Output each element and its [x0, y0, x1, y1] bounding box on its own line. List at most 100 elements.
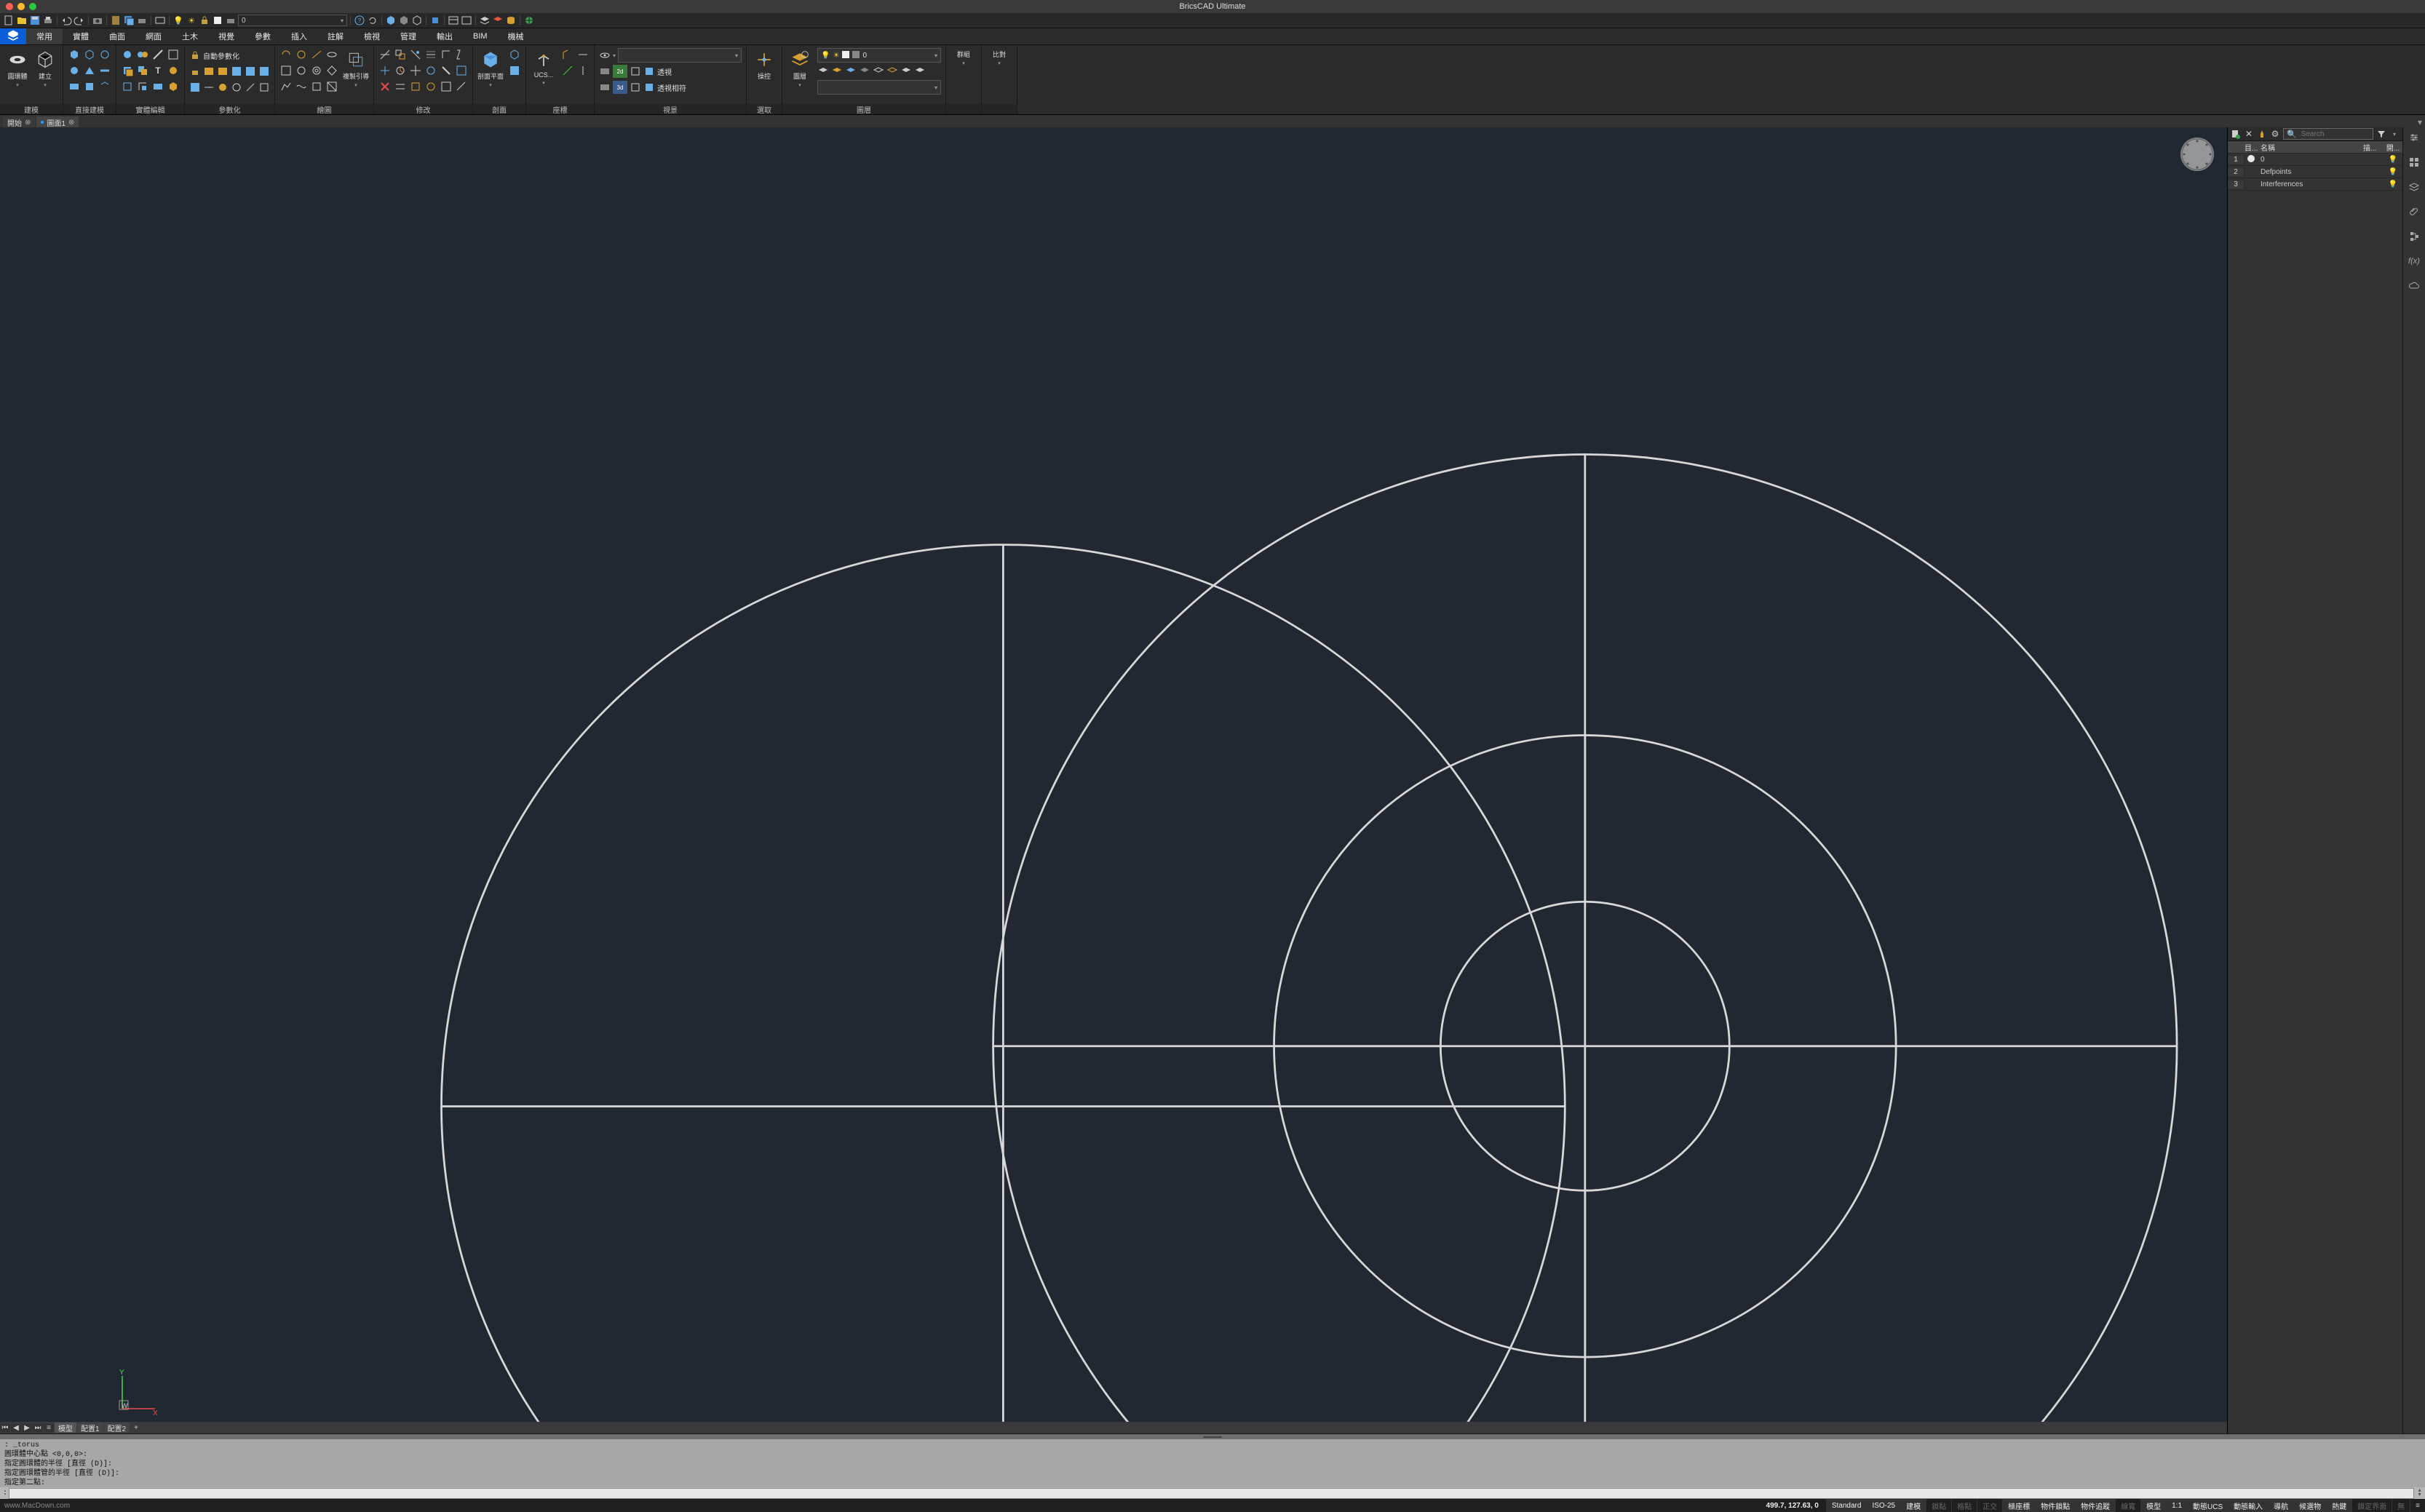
layout-tab-model[interactable]: 模型	[55, 1423, 76, 1433]
tool-icon[interactable]	[98, 80, 111, 93]
fx-icon[interactable]: f(x)	[2408, 255, 2420, 267]
copy-guide-button[interactable]: 複製引導 ▾	[343, 48, 369, 101]
tool-icon[interactable]	[279, 64, 293, 77]
redo-icon[interactable]	[74, 15, 85, 26]
layers-icon[interactable]	[2408, 181, 2420, 193]
filter-icon[interactable]	[2376, 129, 2386, 139]
tool-icon[interactable]	[900, 65, 912, 77]
tool-icon[interactable]: 3d	[613, 81, 627, 94]
status-toggle[interactable]: Standard	[1826, 1499, 1867, 1512]
history-arrows[interactable]: ▲▼	[2417, 1489, 2422, 1497]
layout-tab-layout2[interactable]: 配置2	[104, 1423, 130, 1433]
print-layer-icon[interactable]	[225, 15, 237, 26]
tool-icon[interactable]	[279, 48, 293, 61]
status-toggle[interactable]: 線寬	[2115, 1499, 2140, 1512]
tool-icon[interactable]	[325, 80, 338, 93]
compare-button[interactable]: 比對 ▾	[986, 48, 1012, 101]
tool-icon[interactable]	[121, 64, 134, 77]
tool-icon[interactable]	[455, 64, 468, 77]
tool-icon[interactable]	[151, 48, 164, 61]
status-toggle[interactable]: 熱鍵	[2326, 1499, 2351, 1512]
layer-search[interactable]: 🔍	[2283, 128, 2373, 140]
tool-icon[interactable]	[831, 65, 843, 77]
stack-icon[interactable]	[479, 15, 491, 26]
layout-nav-last[interactable]: ⏭	[33, 1424, 43, 1432]
tool-icon[interactable]	[203, 81, 215, 93]
tool-icon[interactable]	[98, 64, 111, 77]
open-icon[interactable]	[16, 15, 28, 26]
tool-icon[interactable]: 2d	[613, 65, 627, 78]
help-icon[interactable]: ?	[354, 15, 365, 26]
tool-icon[interactable]	[189, 65, 201, 77]
structure-icon[interactable]	[2408, 231, 2420, 242]
layout-nav-prev[interactable]: ◀	[11, 1424, 21, 1432]
layout-add-button[interactable]: +	[130, 1424, 142, 1432]
tool-icon[interactable]	[167, 48, 180, 61]
delete-layer-icon[interactable]: ✕	[2244, 129, 2254, 139]
tool-icon[interactable]	[167, 64, 180, 77]
status-toggle[interactable]: 動態輸入	[2228, 1499, 2268, 1512]
layer-row[interactable]: 2 Defpoints 💡	[2228, 166, 2402, 178]
tool-icon[interactable]	[121, 48, 134, 61]
purge-icon[interactable]	[2257, 129, 2267, 139]
tool-icon[interactable]	[424, 64, 437, 77]
status-toggle[interactable]: 鎖點	[1926, 1499, 1951, 1512]
refresh-icon[interactable]	[367, 15, 378, 26]
tool-icon[interactable]	[68, 64, 81, 77]
tool-icon[interactable]	[295, 80, 308, 93]
status-toggle[interactable]: 模型	[2140, 1499, 2166, 1512]
tool-icon[interactable]	[914, 65, 926, 77]
tool-icon[interactable]	[310, 48, 323, 61]
tool-icon[interactable]	[599, 81, 611, 93]
tool-icon[interactable]	[258, 65, 270, 77]
table-alt-icon[interactable]	[461, 15, 472, 26]
tool-icon[interactable]	[576, 48, 590, 61]
window-zoom-button[interactable]	[29, 3, 36, 10]
layout-nav-next[interactable]: ▶	[22, 1424, 32, 1432]
stack-red-icon[interactable]	[492, 15, 504, 26]
tool-icon[interactable]	[630, 65, 641, 77]
attach-icon[interactable]	[2408, 206, 2420, 218]
menu-tab[interactable]: 管理	[390, 28, 426, 44]
chevron-down-icon[interactable]: ▾	[2418, 117, 2422, 127]
tool-icon[interactable]	[455, 80, 468, 93]
status-toggle[interactable]: 動態UCS	[2187, 1499, 2228, 1512]
tool-icon[interactable]	[394, 64, 407, 77]
manipulate-button[interactable]: 操控	[751, 48, 777, 101]
menu-tab[interactable]: 曲面	[99, 28, 135, 44]
tool-icon[interactable]	[295, 48, 308, 61]
tool-icon[interactable]	[83, 80, 96, 93]
tool-icon[interactable]	[189, 81, 201, 93]
eye-icon[interactable]	[599, 49, 611, 61]
tool-icon[interactable]	[258, 81, 270, 93]
tool-icon[interactable]	[83, 48, 96, 61]
window-close-button[interactable]	[6, 3, 13, 10]
tool-icon[interactable]	[378, 48, 392, 61]
settings-icon[interactable]: ⚙	[2270, 129, 2280, 139]
workspace-icon[interactable]	[154, 15, 166, 26]
db-icon[interactable]	[505, 15, 517, 26]
menu-tab[interactable]: 檢視	[354, 28, 390, 44]
col-visible[interactable]: 目...	[2245, 142, 2258, 153]
status-toggle[interactable]: ISO-25	[1866, 1499, 1900, 1512]
status-toggle[interactable]: 格點	[1951, 1499, 1977, 1512]
tool-icon[interactable]	[409, 80, 422, 93]
tool-icon[interactable]	[643, 81, 655, 93]
close-icon[interactable]: ⊗	[68, 119, 74, 127]
ucs-button[interactable]: UCS... ▾	[531, 48, 557, 101]
tool-icon[interactable]	[576, 64, 590, 77]
menu-tab[interactable]: 常用	[26, 28, 63, 44]
layer-row[interactable]: 3 Interferences 💡	[2228, 178, 2402, 191]
layer-combo[interactable]: 💡☀ 0 ▾	[817, 48, 941, 63]
print-preview-icon[interactable]	[136, 15, 148, 26]
new-icon[interactable]	[3, 15, 15, 26]
tool-icon[interactable]	[231, 81, 242, 93]
tool-icon[interactable]	[136, 48, 149, 61]
sun-icon[interactable]: ☀	[186, 15, 197, 26]
view-cube[interactable]	[2180, 138, 2214, 171]
layer-search-input[interactable]	[2300, 130, 2370, 139]
tool-icon[interactable]	[121, 80, 134, 93]
print-icon[interactable]	[42, 15, 54, 26]
status-toggle[interactable]: 鎖定界面	[2351, 1499, 2392, 1512]
tool-icon[interactable]	[599, 65, 611, 77]
